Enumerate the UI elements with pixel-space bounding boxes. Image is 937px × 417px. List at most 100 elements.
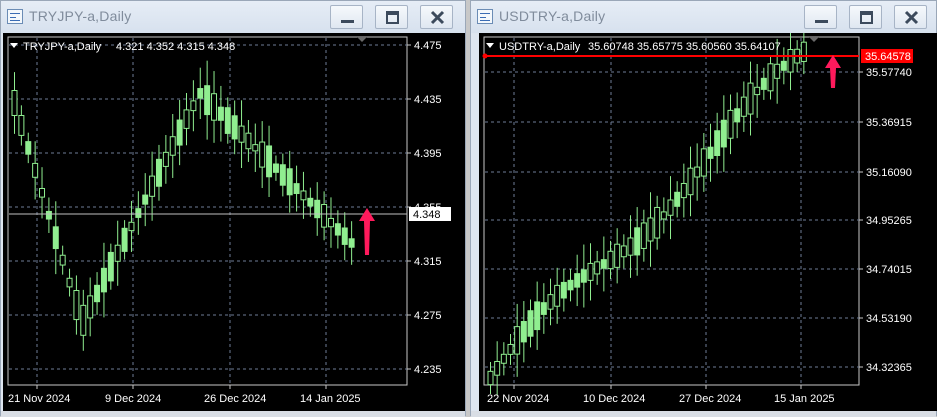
chart-canvas[interactable]: USDTRY-a,Daily 35.60748 35.65775 35.60560… xyxy=(479,33,937,411)
candle-body xyxy=(514,326,521,355)
candle-body xyxy=(667,199,674,216)
status-strip xyxy=(471,411,936,417)
price-axis-label: 34.95265 xyxy=(866,215,912,227)
candle-body xyxy=(680,182,687,199)
close-button[interactable] xyxy=(894,5,927,29)
price-axis-label: 4.315 xyxy=(414,256,442,268)
candle-body xyxy=(100,267,107,293)
candle-body xyxy=(190,100,197,112)
candle-body xyxy=(252,144,259,152)
price-axis-label: 4.275 xyxy=(414,310,442,322)
price-axis-label: 34.32365 xyxy=(866,362,912,374)
candle-body xyxy=(149,175,156,197)
candle-body xyxy=(520,321,527,343)
candle-body xyxy=(231,115,238,140)
candle-body xyxy=(527,310,534,337)
candle-body xyxy=(162,151,169,167)
close-icon xyxy=(904,10,919,25)
chart-window-tryjpy[interactable]: TRYJPY-a,Daily TRYJPY-a,Daily 4.321 4.352… xyxy=(0,0,466,417)
title-bar[interactable]: USDTRY-a,Daily xyxy=(471,1,936,33)
minimize-icon xyxy=(815,20,828,23)
chart-symbol-label: TRYJPY-a,Daily xyxy=(23,41,102,53)
candle-body xyxy=(25,141,32,155)
candle-body xyxy=(760,77,767,90)
chart-canvas[interactable]: TRYJPY-a,Daily 4.321 4.352 4.315 4.348 4.4… xyxy=(3,33,465,411)
minimize-button[interactable] xyxy=(330,5,363,29)
candle-body xyxy=(176,119,183,146)
candle-body xyxy=(121,227,128,252)
date-axis-label: 15 Jan 2025 xyxy=(774,393,835,405)
candle-body xyxy=(327,217,334,228)
window-title: USDTRY-a,Daily xyxy=(499,8,606,24)
candle-body xyxy=(293,183,300,195)
close-button[interactable] xyxy=(420,5,453,29)
shift-marker-icon[interactable] xyxy=(809,37,819,42)
candle-body xyxy=(507,343,514,355)
candle-body xyxy=(217,106,224,121)
candle-body xyxy=(747,82,754,115)
candle-body xyxy=(727,109,734,139)
chart-window-usdtry[interactable]: USDTRY-a,Daily USDTRY-a,Daily 35.60748 35… xyxy=(470,0,937,417)
candle-body xyxy=(39,187,46,198)
price-axis-label: 34.74015 xyxy=(866,264,912,276)
up-arrow-icon xyxy=(359,208,375,255)
date-axis-label: 22 Nov 2024 xyxy=(487,393,549,405)
candle-body xyxy=(52,226,59,250)
candle-body xyxy=(183,109,190,129)
candle-body xyxy=(560,281,567,299)
candle-body xyxy=(534,301,541,331)
candle-body xyxy=(594,261,601,275)
candle-body xyxy=(272,163,279,173)
candle-body xyxy=(674,191,681,207)
candle-body xyxy=(114,244,121,262)
candle-body xyxy=(767,63,774,92)
candle-body xyxy=(707,146,714,159)
candle-body xyxy=(780,60,787,71)
candle-body xyxy=(11,90,18,116)
candle-body xyxy=(259,141,266,168)
shift-marker-icon[interactable] xyxy=(357,37,367,42)
candle-body xyxy=(614,243,621,268)
candle-body xyxy=(204,85,211,116)
candle-body xyxy=(286,168,293,196)
date-axis-label: 10 Dec 2024 xyxy=(583,393,645,405)
candle-body xyxy=(714,130,721,157)
price-axis-label: 4.235 xyxy=(414,364,442,376)
candle-body xyxy=(142,194,149,205)
candle-body xyxy=(494,360,501,376)
dropdown-triangle-icon[interactable] xyxy=(486,43,494,48)
candle-body xyxy=(238,125,245,143)
candle-body xyxy=(800,41,807,62)
candle-body xyxy=(607,250,614,270)
candle-body xyxy=(734,108,741,123)
candle-body xyxy=(266,145,273,178)
date-axis-label: 26 Dec 2024 xyxy=(204,393,266,405)
candle-body xyxy=(135,208,142,218)
price-line-anchor[interactable] xyxy=(482,53,488,59)
candle-body xyxy=(94,284,101,303)
candle-body xyxy=(224,107,231,134)
ohlc-values: 4.321 4.352 4.315 4.348 xyxy=(116,41,235,53)
price-chart[interactable]: TRYJPY-a,Daily 4.321 4.352 4.315 4.348 4.4… xyxy=(3,33,465,411)
candle-body xyxy=(211,93,218,121)
minimize-button[interactable] xyxy=(804,5,837,29)
title-bar[interactable]: TRYJPY-a,Daily xyxy=(1,1,465,33)
restore-button[interactable] xyxy=(375,5,408,29)
candle-body xyxy=(169,136,176,156)
candle-body xyxy=(700,148,707,177)
candle-body xyxy=(128,221,135,232)
candle-body xyxy=(66,277,73,288)
candle-body xyxy=(321,203,328,228)
current-price-label: 35.64578 xyxy=(865,51,911,63)
restore-button[interactable] xyxy=(849,5,882,29)
candle-body xyxy=(620,245,627,258)
date-axis-label: 14 Jan 2025 xyxy=(300,393,361,405)
chart-window-icon xyxy=(477,9,493,24)
price-chart[interactable]: USDTRY-a,Daily 35.60748 35.65775 35.60560… xyxy=(479,33,937,411)
candle-body xyxy=(627,237,634,256)
candle-body xyxy=(107,251,114,282)
candle-body xyxy=(245,132,252,150)
candle-body xyxy=(540,302,547,315)
current-price-label: 4.348 xyxy=(413,209,441,221)
price-axis-label: 35.36915 xyxy=(866,117,912,129)
